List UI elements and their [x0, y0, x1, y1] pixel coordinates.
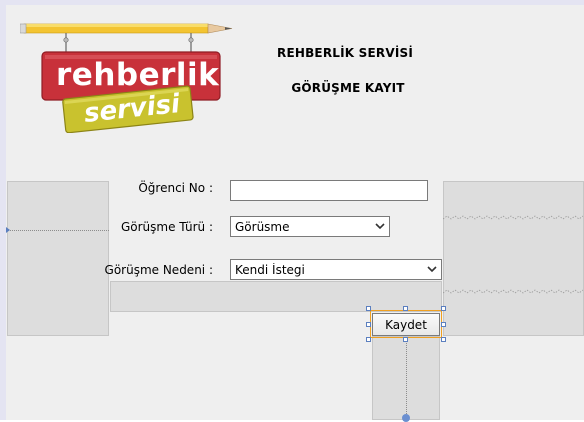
interview-reason-value: Kendi İstegi — [235, 262, 305, 277]
chevron-down-icon[interactable] — [371, 217, 389, 236]
left-panel-guide — [7, 230, 109, 231]
student-no-label: Öğrenci No : — [138, 181, 213, 195]
right-panel-guides — [443, 215, 584, 294]
bottom-column-guide — [406, 338, 407, 418]
interview-type-select[interactable]: Görüsme — [230, 216, 390, 237]
resize-handle-left[interactable] — [366, 322, 371, 327]
logo: rehberlik servisi — [19, 18, 250, 134]
resize-handle-bottom-right[interactable] — [441, 337, 446, 342]
chevron-down-icon[interactable] — [423, 260, 441, 279]
page-subtitle: GÖRÜŞME KAYIT — [291, 81, 405, 95]
resize-handle-top-right[interactable] — [441, 306, 446, 311]
left-anchor-marker — [6, 227, 10, 233]
interview-type-label: Görüşme Türü : — [120, 220, 213, 234]
interview-reason-select[interactable]: Kendi İstegi — [230, 259, 442, 280]
resize-handle-bottom[interactable] — [403, 337, 408, 342]
resize-handle-bottom-left[interactable] — [366, 337, 371, 342]
student-no-input[interactable] — [230, 180, 428, 201]
resize-handle-top[interactable] — [403, 306, 408, 311]
resize-handle-right[interactable] — [441, 322, 446, 327]
interview-reason-label: Görüşme Nedeni : — [104, 263, 213, 277]
left-panel — [7, 181, 109, 336]
page-title: REHBERLİK SERVİSİ — [277, 46, 413, 60]
logo-text-rehberlik: rehberlik — [56, 57, 220, 93]
form-bottom-panel — [110, 281, 442, 312]
resize-handle-top-left[interactable] — [366, 306, 371, 311]
interview-type-value: Görüsme — [235, 219, 290, 234]
bottom-anchor-marker — [402, 414, 410, 422]
save-button[interactable]: Kaydet — [372, 313, 440, 336]
